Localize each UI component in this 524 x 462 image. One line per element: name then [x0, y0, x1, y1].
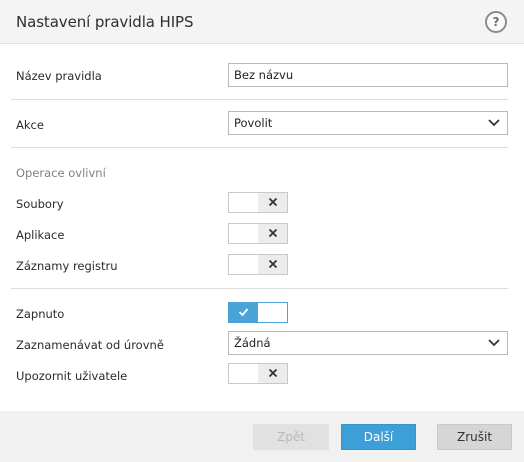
files-toggle[interactable] [228, 192, 288, 213]
log-level-select-value: Žádná [234, 336, 271, 350]
action-select-value: Povolit [234, 116, 273, 130]
operations-section-title: Operace ovlivní [16, 166, 106, 180]
separator [11, 288, 508, 289]
chevron-down-icon [488, 119, 500, 127]
applications-toggle[interactable] [228, 223, 288, 244]
action-label: Akce [16, 118, 44, 132]
enabled-toggle[interactable] [228, 302, 288, 323]
help-icon[interactable]: ? [485, 11, 507, 33]
close-icon [268, 368, 277, 378]
cancel-button[interactable]: Zrušit [437, 424, 512, 450]
chevron-down-icon [488, 339, 500, 347]
dialog-content: Název pravidla Akce Povolit Operace ovli… [0, 45, 524, 411]
log-level-select[interactable]: Žádná [228, 331, 508, 355]
registry-toggle[interactable] [228, 254, 288, 275]
dialog-footer: Zpět Další Zrušit [0, 411, 524, 462]
back-button[interactable]: Zpět [253, 424, 329, 450]
notify-user-label: Upozornit uživatele [16, 369, 128, 383]
applications-label: Aplikace [16, 228, 65, 242]
close-icon [268, 259, 277, 269]
notify-user-toggle[interactable] [228, 363, 288, 384]
separator [11, 99, 508, 100]
checkmark-icon [238, 308, 249, 317]
next-button[interactable]: Další [341, 424, 416, 450]
separator [11, 147, 508, 148]
enabled-label: Zapnuto [16, 307, 65, 321]
files-label: Soubory [16, 197, 64, 211]
dialog-header: Nastavení pravidla HIPS ? [0, 0, 524, 44]
log-level-label: Zaznamenávat od úrovně [16, 338, 164, 352]
rule-name-input[interactable] [228, 63, 508, 87]
rule-name-label: Název pravidla [16, 69, 102, 83]
action-select[interactable]: Povolit [228, 111, 508, 135]
dialog-title: Nastavení pravidla HIPS [16, 13, 194, 31]
close-icon [268, 197, 277, 207]
close-icon [268, 228, 277, 238]
registry-label: Záznamy registru [16, 259, 118, 273]
